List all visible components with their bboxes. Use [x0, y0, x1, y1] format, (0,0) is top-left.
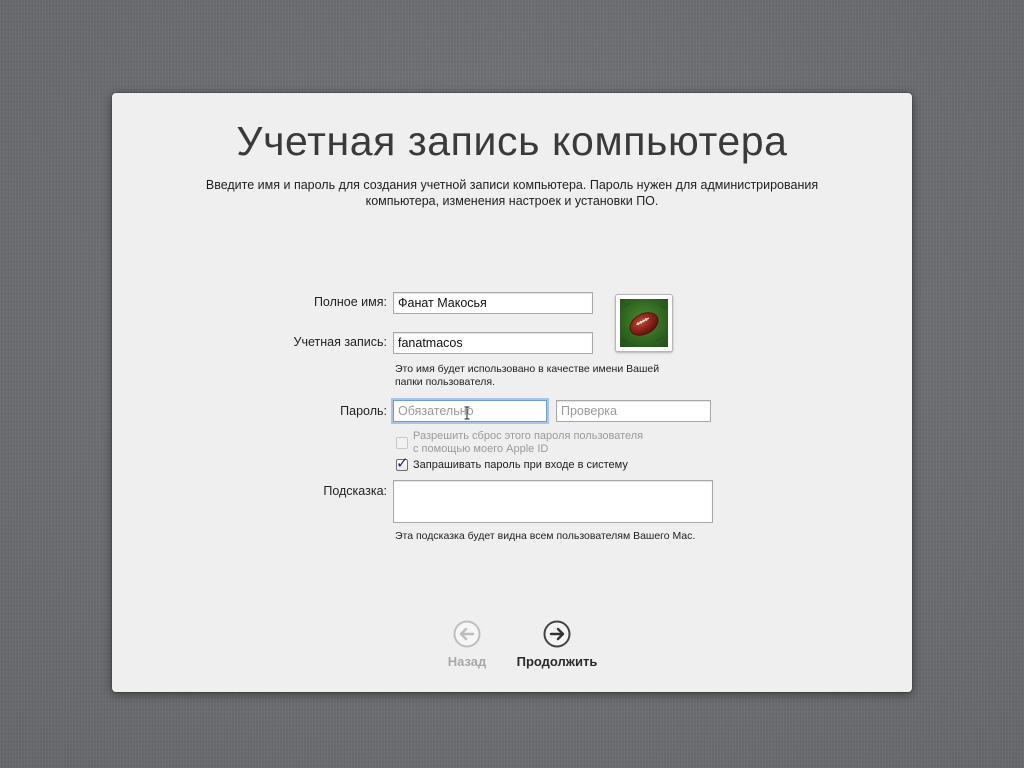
hint-label: Подсказка:: [323, 484, 387, 498]
full-name-field[interactable]: Фанат Макосья: [393, 292, 593, 314]
account-note-line-1: Это имя будет использовано в качестве им…: [395, 363, 660, 375]
password-field[interactable]: Обязательно: [393, 400, 547, 422]
account-note: Это имя будет использовано в качестве им…: [395, 363, 659, 389]
forward-arrow-icon: [543, 620, 571, 648]
allow-reset-checkbox[interactable]: [396, 437, 408, 449]
allow-reset-label-line-2: с помощью моего Apple ID: [413, 443, 549, 455]
page-title: Учетная запись компьютера: [236, 118, 788, 164]
checkmark-icon: ✓: [396, 455, 409, 472]
continue-label: Продолжить: [516, 654, 598, 669]
football-icon: [620, 299, 668, 347]
password-verify-field[interactable]: Проверка: [556, 400, 711, 422]
description-line-1: Введите имя и пароль для создания учетно…: [205, 178, 819, 192]
account-note-line-2: папки пользователя.: [395, 376, 495, 388]
description-line-2: компьютера, изменения настроек и установ…: [365, 194, 659, 208]
back-arrow-icon: [453, 620, 481, 648]
hint-note: Эта подсказка будет видна всем пользоват…: [395, 530, 696, 542]
password-label: Пароль:: [340, 404, 387, 418]
page-description: Введите имя и пароль для создания учетно…: [152, 177, 872, 209]
full-name-label: Полное имя:: [313, 295, 387, 309]
allow-reset-label: Разрешить сброс этого пароля пользовател…: [413, 430, 643, 456]
allow-reset-label-line-1: Разрешить сброс этого пароля пользовател…: [413, 430, 644, 442]
user-picture-button[interactable]: [615, 294, 673, 352]
account-name-field[interactable]: fanatmacos: [393, 332, 593, 354]
setup-dialog: Учетная запись компьютера Введите имя и …: [112, 93, 912, 692]
account-label: Учетная запись:: [293, 335, 387, 349]
require-password-checkbox[interactable]: ✓: [396, 455, 409, 472]
hint-field[interactable]: [393, 480, 713, 523]
require-password-label: Запрашивать пароль при входе в систему: [413, 459, 628, 471]
continue-button[interactable]: Продолжить: [502, 620, 612, 670]
text-cursor-icon: [464, 406, 470, 420]
